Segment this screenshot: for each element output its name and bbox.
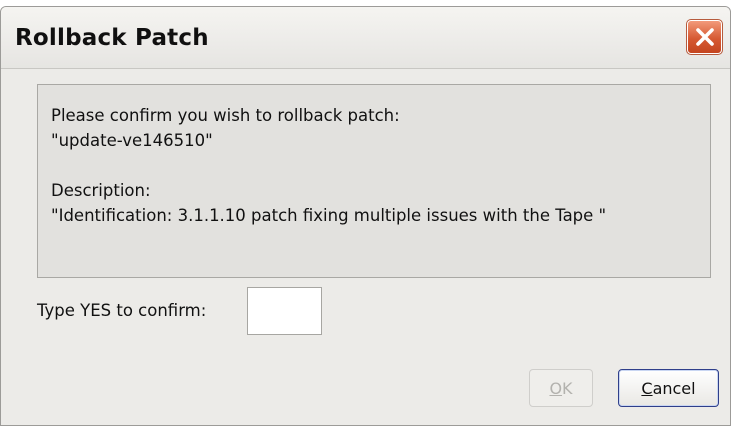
cancel-label-rest: ancel [652,378,696,398]
confirm-input[interactable] [247,287,322,335]
patch-name-text: "update-ve146510" [51,131,213,150]
cancel-mnemonic: C [641,378,653,398]
cancel-button[interactable]: Cancel [618,369,719,407]
title-bar[interactable]: Rollback Patch [1,7,730,69]
description-text: "Identification: 3.1.1.10 patch fixing m… [51,206,607,225]
dialog-title: Rollback Patch [15,25,209,51]
rollback-patch-dialog: Rollback Patch Please confirm you wish t… [0,6,731,426]
confirm-label: Type YES to confirm: [37,301,207,320]
description-label: Description: [51,181,151,200]
ok-mnemonic: O [549,378,563,398]
ok-button[interactable]: OK [529,369,593,407]
close-button[interactable] [686,19,723,55]
message-panel: Please confirm you wish to rollback patc… [37,84,711,278]
confirm-prompt-text: Please confirm you wish to rollback patc… [51,106,400,125]
close-x-icon [695,28,714,46]
ok-label-rest: K [562,378,573,398]
